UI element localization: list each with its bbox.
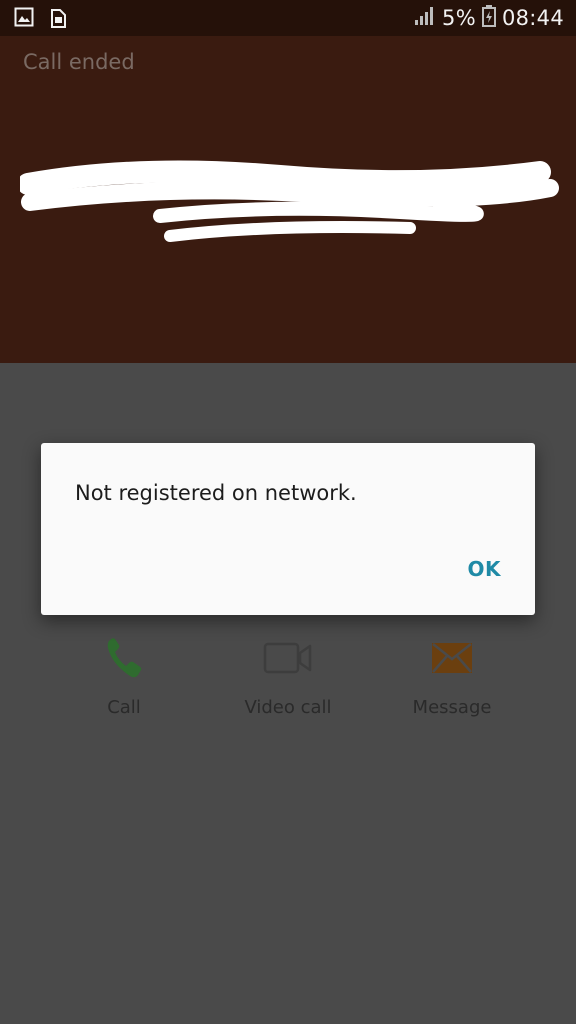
video-call-button[interactable]: Video call (208, 633, 368, 718)
status-bar: 5% 08:44 (0, 0, 576, 36)
dialog-message: Not registered on network. (75, 481, 357, 505)
battery-charging-icon (481, 5, 496, 31)
call-status: Call ended (23, 50, 135, 74)
battery-percent: 5% (442, 6, 476, 30)
call-header: Call ended (0, 36, 576, 363)
clock: 08:44 (501, 6, 564, 30)
ok-button[interactable]: OK (454, 551, 516, 587)
message-button[interactable]: Message (372, 633, 532, 718)
envelope-icon (372, 633, 532, 683)
sim-card-icon (48, 7, 70, 33)
video-camera-icon (208, 633, 368, 683)
gallery-icon (14, 7, 34, 33)
alert-dialog: Not registered on network. OK (41, 443, 535, 615)
call-label: Call (107, 697, 141, 718)
phone-icon (44, 633, 204, 683)
message-label: Message (412, 697, 492, 718)
signal-icon (414, 6, 436, 30)
video-call-label: Video call (244, 697, 332, 718)
redacted-contact (17, 154, 560, 258)
action-row: Call Video call Message (0, 633, 576, 723)
call-button[interactable]: Call (44, 633, 204, 718)
